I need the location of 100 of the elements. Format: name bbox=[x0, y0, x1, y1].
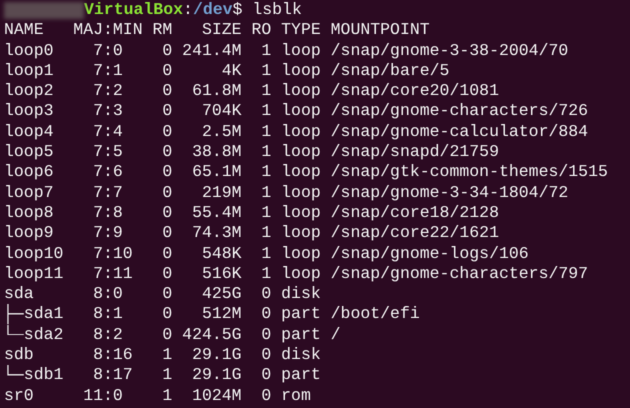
prompt-symbol: $ bbox=[232, 0, 242, 20]
table-cell-text: 425G bbox=[200, 284, 242, 304]
table-cell-text: 0 bbox=[260, 324, 272, 346]
table-cell-text: 0 bbox=[161, 244, 172, 264]
table-cell-text: 1 bbox=[260, 101, 272, 122]
table-cell-text: 0 bbox=[161, 60, 172, 82]
table-cell-text: 1 bbox=[260, 264, 272, 284]
table-cell-text: 0 bbox=[260, 284, 272, 304]
table-cell: loop bbox=[281, 122, 321, 142]
table-cell-text: 1 bbox=[260, 81, 272, 102]
table-cell: /snap/gtk-common-themes/1515 bbox=[330, 162, 608, 183]
table-cell-text: 1024M bbox=[191, 386, 242, 406]
table-cell-text: 548K bbox=[200, 244, 242, 264]
table-cell-text: 7:5 bbox=[92, 142, 124, 162]
table-cell-text: 1 bbox=[161, 365, 172, 386]
table-cell: /snap/gnome-calculator/884 bbox=[330, 122, 588, 142]
table-cell-text: 0 bbox=[161, 40, 172, 61]
column-header: MOUNTPOINT bbox=[330, 20, 430, 41]
table-cell: disk bbox=[281, 284, 321, 304]
column-header: RM bbox=[152, 20, 172, 41]
table-cell: sdb1 bbox=[24, 365, 64, 386]
table-cell-text: 1 bbox=[260, 40, 272, 61]
table-cell: loop bbox=[281, 60, 321, 82]
table-cell-text: 4K bbox=[220, 60, 242, 82]
table-cell: sr0 bbox=[4, 386, 34, 406]
table-cell-text: rom bbox=[281, 386, 312, 406]
table-cell: loop bbox=[281, 182, 321, 203]
table-cell: /boot/efi bbox=[330, 304, 420, 325]
table-cell: /snap/gnome-characters/726 bbox=[330, 101, 588, 122]
table-cell: / bbox=[330, 324, 341, 346]
table-cell-text: 1 bbox=[260, 60, 272, 82]
table-cell-text: 0 bbox=[260, 345, 272, 366]
table-cell-text: 1 bbox=[260, 122, 272, 142]
table-cell-text: 8:0 bbox=[92, 284, 124, 304]
table-cell: loop3 bbox=[4, 101, 54, 122]
table-cell: /snap/gnome-characters/797 bbox=[330, 264, 588, 284]
table-cell-text: 61.8M bbox=[191, 81, 242, 102]
table-cell-text: 0 bbox=[161, 202, 172, 224]
table-cell-text: 8:1 bbox=[92, 304, 124, 325]
table-cell: loop6 bbox=[4, 162, 54, 183]
table-cell-text: 7:4 bbox=[92, 122, 124, 142]
table-cell-text: 1 bbox=[260, 202, 272, 224]
table-cell-text: 29.1G bbox=[191, 345, 242, 366]
table-cell-text: 8:17 bbox=[92, 365, 134, 386]
table-cell: /snap/snapd/21759 bbox=[330, 142, 499, 162]
table-cell: /snap/core18/2128 bbox=[330, 202, 499, 224]
table-cell: loop4 bbox=[4, 122, 54, 142]
column-header: SIZE bbox=[200, 20, 242, 41]
table-cell-text: 7:0 bbox=[92, 40, 124, 61]
table-cell-text: 7:6 bbox=[92, 162, 124, 183]
table-cell: loop11 bbox=[4, 264, 64, 284]
table-cell: part bbox=[281, 304, 321, 325]
prompt-path: /dev bbox=[192, 0, 233, 20]
table-cell: loop8 bbox=[4, 202, 54, 224]
table-cell-text: 0 bbox=[161, 142, 172, 162]
table-cell-text: 7:3 bbox=[92, 101, 124, 122]
table-cell: loop2 bbox=[4, 81, 54, 102]
table-cell-text: 7:8 bbox=[92, 202, 124, 224]
table-cell-text: 11:0 bbox=[82, 386, 124, 406]
table-cell-text: 29.1G bbox=[191, 365, 242, 386]
prompt-separator: : bbox=[183, 0, 193, 20]
table-cell: 241.4M bbox=[182, 40, 242, 61]
table-cell: disk bbox=[281, 345, 321, 366]
table-cell: loop bbox=[281, 101, 321, 122]
table-cell: /snap/core22/1621 bbox=[330, 223, 499, 244]
table-cell-text: 7:10 bbox=[92, 244, 134, 264]
table-cell-text: 0 bbox=[260, 304, 272, 325]
table-cell-text: 8:2 bbox=[92, 324, 124, 346]
table-cell-text: 1 bbox=[161, 345, 172, 366]
column-header: TYPE bbox=[281, 20, 321, 41]
table-cell: loop bbox=[281, 202, 321, 224]
table-cell-text: 2.5M bbox=[200, 122, 242, 142]
table-cell: loop7 bbox=[4, 182, 54, 203]
table-cell: loop5 bbox=[4, 142, 54, 162]
table-cell-text: 7:2 bbox=[92, 81, 124, 102]
table-cell: loop1 bbox=[4, 60, 54, 82]
table-cell-text: 7:9 bbox=[92, 223, 124, 244]
table-cell: loop bbox=[281, 244, 321, 264]
table-cell-text: 1 bbox=[260, 223, 272, 244]
table-cell: loop bbox=[281, 264, 321, 284]
table-cell-text: 704K bbox=[200, 101, 242, 122]
table-cell-text: 0 bbox=[161, 182, 172, 203]
table-cell-text: 38.8M bbox=[191, 142, 242, 162]
table-cell-text: 0 bbox=[161, 284, 172, 304]
table-cell-text: 0 bbox=[161, 304, 172, 325]
table-cell: /snap/core20/1081 bbox=[330, 81, 499, 102]
table-cell: sdb bbox=[4, 345, 34, 366]
column-header: NAME bbox=[4, 20, 45, 41]
table-cell: sda1 bbox=[24, 304, 64, 325]
table-cell-text: 1 bbox=[260, 162, 272, 183]
table-cell: part bbox=[281, 365, 321, 386]
table-cell: 424.5G bbox=[182, 324, 242, 346]
table-cell: loop bbox=[281, 223, 321, 244]
table-cell: /snap/bare/5 bbox=[330, 60, 450, 82]
table-cell-text: 0 bbox=[260, 365, 272, 386]
table-cell: loop10 bbox=[4, 244, 64, 264]
table-cell-text: 0 bbox=[260, 386, 272, 406]
table-cell: loop9 bbox=[4, 223, 54, 244]
prompt-host: VirtualBox bbox=[84, 0, 184, 20]
table-cell-text: 0 bbox=[161, 122, 172, 142]
